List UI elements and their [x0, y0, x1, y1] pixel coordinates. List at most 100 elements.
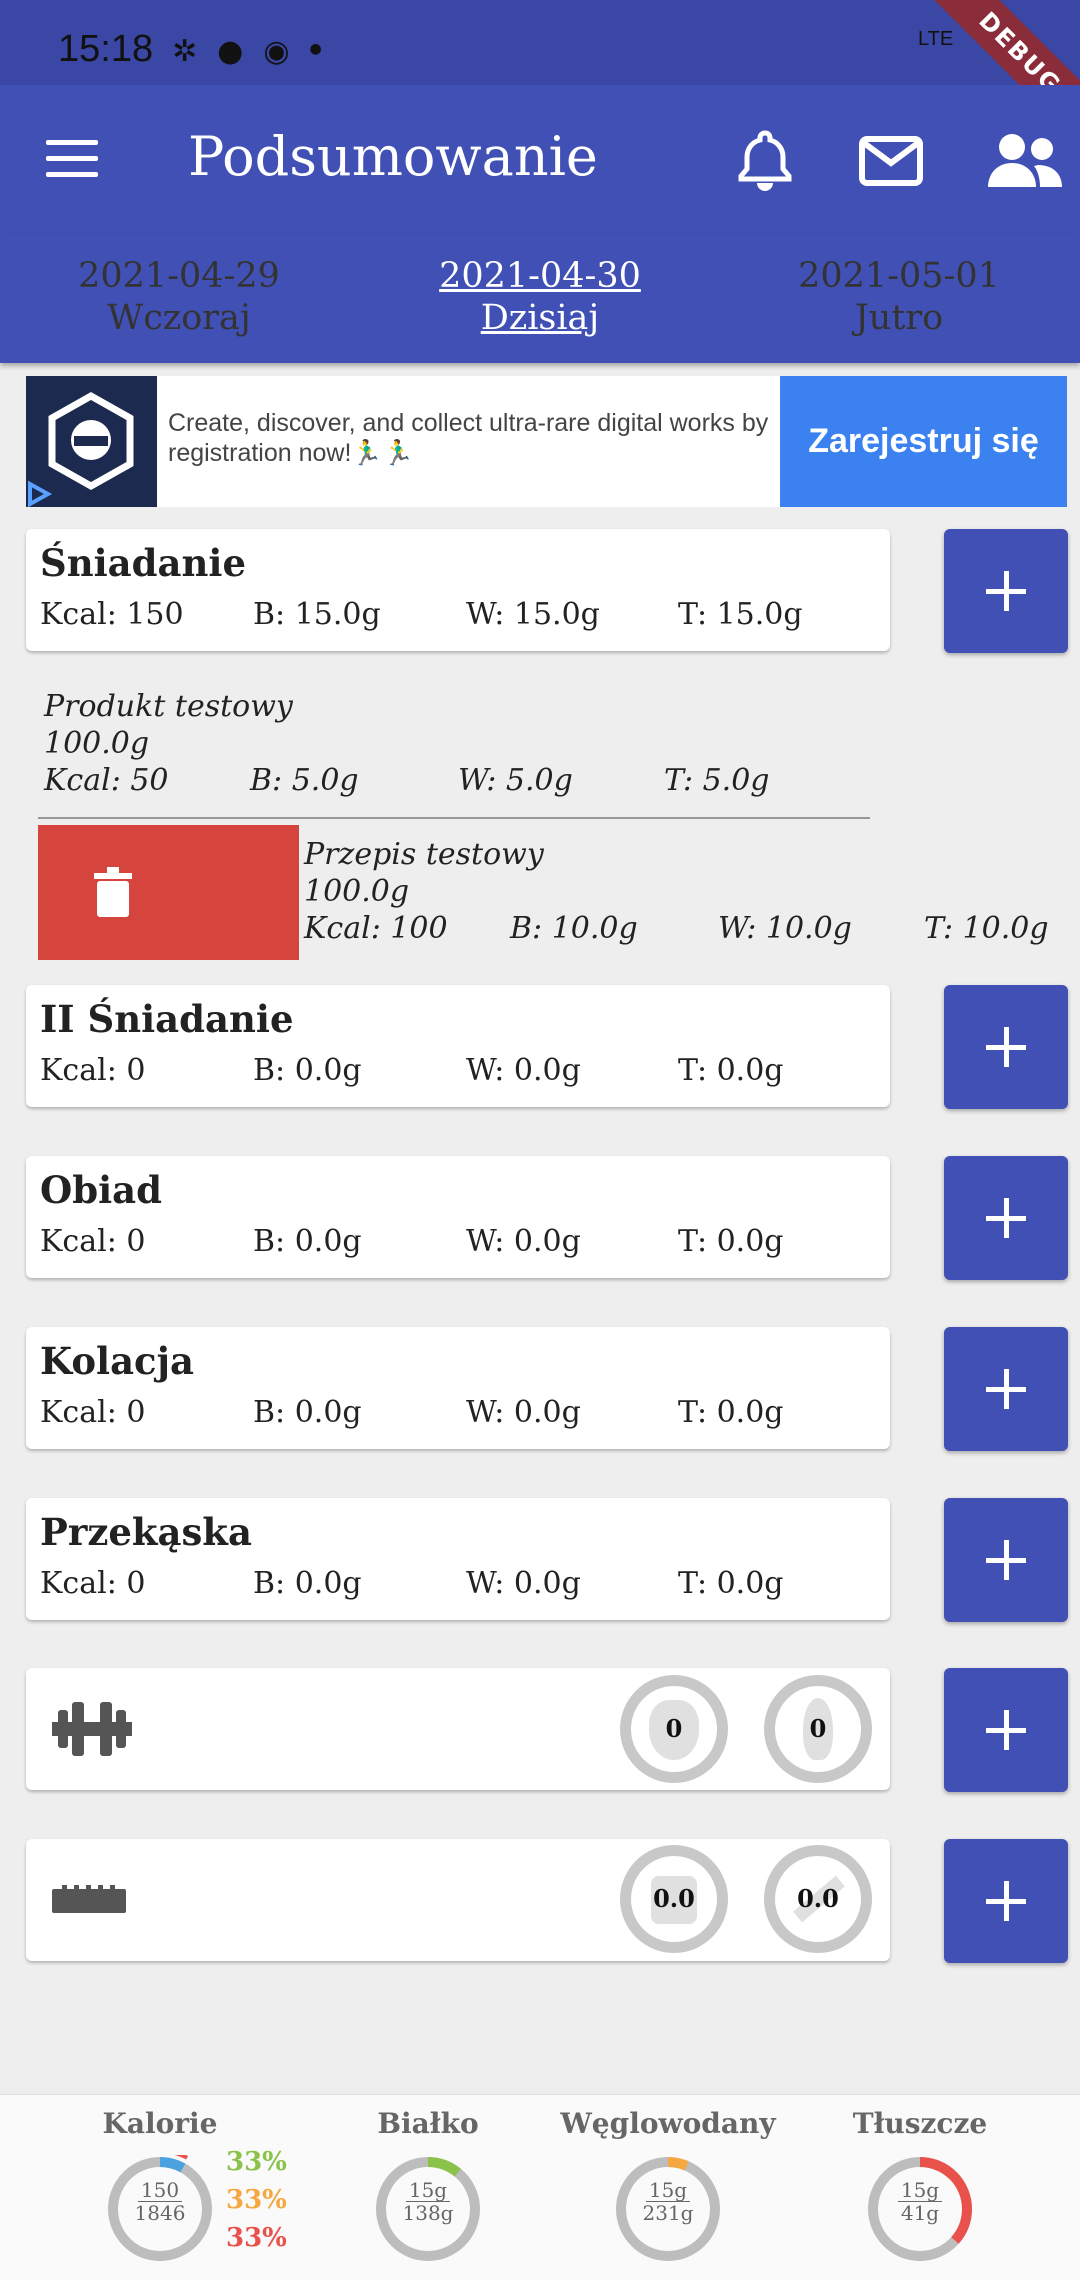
- meal-card-dinner[interactable]: Kolacja Kcal: 0 B: 0.0g W: 0.0g T: 0.0g: [26, 1327, 890, 1449]
- bell-icon[interactable]: [730, 125, 800, 195]
- meal-card-lunch[interactable]: Obiad Kcal: 0 B: 0.0g W: 0.0g T: 0.0g: [26, 1156, 890, 1278]
- page-title: Podsumowanie: [188, 125, 598, 188]
- meal-protein: B: 15.0g: [253, 597, 381, 632]
- bulb-icon: ●: [217, 34, 244, 69]
- mail-icon[interactable]: [856, 125, 926, 195]
- meal-fat: T: 0.0g: [678, 1224, 784, 1259]
- meal-carbs: W: 0.0g: [466, 1395, 581, 1430]
- carbs-label: Węglowodany: [560, 2107, 776, 2140]
- date-value: 2021-05-01: [798, 256, 1000, 296]
- protein-percent: 33%: [226, 2147, 287, 2177]
- entry-amount: 100.0g: [304, 874, 410, 909]
- entry-protein: B: 10.0g: [510, 911, 638, 946]
- date-tomorrow[interactable]: 2021-05-01 Jutro: [749, 255, 1049, 339]
- activity-card[interactable]: [26, 1668, 890, 1790]
- burned-value: 0: [809, 1714, 827, 1743]
- date-value: 2021-04-29: [78, 256, 280, 296]
- ad-logo: [26, 376, 157, 508]
- burned-indicator[interactable]: 0: [764, 1675, 872, 1783]
- date-label: Dzisiaj: [480, 298, 600, 338]
- meal-fat: T: 0.0g: [678, 1053, 784, 1088]
- entry-carbs: W: 10.0g: [718, 911, 852, 946]
- fan-icon: ✲: [172, 34, 198, 69]
- meal-card-snack[interactable]: Przekąska Kcal: 0 B: 0.0g W: 0.0g T: 0.0…: [26, 1498, 890, 1620]
- tape-value: 0.0: [797, 1884, 839, 1913]
- entry-fat: T: 10.0g: [924, 911, 1049, 946]
- meal-fat: T: 0.0g: [678, 1566, 784, 1601]
- dot-icon: ●: [309, 41, 322, 57]
- fat-percent: 33%: [226, 2223, 287, 2253]
- app-bar: Podsumowanie: [0, 85, 1080, 233]
- meal-name: Śniadanie: [40, 541, 246, 585]
- calories-value: 150: [138, 2179, 182, 2202]
- meal-name: Obiad: [40, 1168, 163, 1212]
- protein-goal: 138g: [402, 2201, 454, 2225]
- dumbbell-icon: [52, 1702, 132, 1756]
- trash-icon: [94, 867, 132, 917]
- ruler-icon: [52, 1885, 126, 1913]
- food-entry[interactable]: Produkt testowy 100.0g Kcal: 50 B: 5.0g …: [44, 688, 884, 799]
- add-dinner-button[interactable]: [944, 1327, 1068, 1451]
- meal-card-second-breakfast[interactable]: II Śniadanie Kcal: 0 B: 0.0g W: 0.0g T: …: [26, 985, 890, 1107]
- entry-amount: 100.0g: [44, 726, 150, 761]
- entry-fat: T: 5.0g: [664, 763, 770, 798]
- status-time: 15:18: [58, 28, 154, 70]
- recipe-entry[interactable]: Przepis testowy 100.0g Kcal: 100 B: 10.0…: [304, 836, 1080, 947]
- network-indicator: LTE: [918, 28, 954, 50]
- add-measurement-button[interactable]: [944, 1839, 1068, 1963]
- delete-action[interactable]: [38, 825, 299, 960]
- protein-label: Białko: [377, 2107, 479, 2140]
- date-today[interactable]: 2021-04-30 Dzisiaj: [390, 255, 690, 339]
- date-yesterday[interactable]: 2021-04-29 Wczoraj: [29, 255, 329, 339]
- add-second-breakfast-button[interactable]: [944, 985, 1068, 1109]
- fat-fraction: 15g 41g: [866, 2179, 974, 2224]
- entry-protein: B: 5.0g: [250, 763, 359, 798]
- meal-fat: T: 0.0g: [678, 1395, 784, 1430]
- meal-kcal: Kcal: 150: [40, 597, 184, 632]
- steps-indicator[interactable]: 0: [620, 1675, 728, 1783]
- add-activity-button[interactable]: [944, 1668, 1068, 1792]
- sync-icon: ◉: [263, 34, 290, 69]
- tape-indicator[interactable]: 0.0: [764, 1845, 872, 1953]
- network-label: LTE: [918, 28, 954, 50]
- carbs-percent: 33%: [226, 2185, 287, 2215]
- meal-card-breakfast[interactable]: Śniadanie Kcal: 150 B: 15.0g W: 15.0g T:…: [26, 529, 890, 651]
- meal-protein: B: 0.0g: [253, 1566, 362, 1601]
- meal-carbs: W: 0.0g: [466, 1224, 581, 1259]
- entry-name: Przepis testowy: [304, 837, 544, 872]
- daily-summary: Kalorie 150 1846 33% 33% 33% Białko 15g …: [0, 2094, 1080, 2280]
- carbs-fraction: 15g 231g: [614, 2179, 722, 2224]
- weight-indicator[interactable]: 0.0: [620, 1845, 728, 1953]
- weight-value: 0.0: [653, 1884, 695, 1913]
- meal-carbs: W: 0.0g: [466, 1566, 581, 1601]
- calories-goal: 1846: [134, 2201, 186, 2225]
- menu-button[interactable]: [46, 140, 98, 180]
- meal-kcal: Kcal: 0: [40, 1395, 146, 1430]
- ad-banner[interactable]: Create, discover, and collect ultra-rare…: [26, 376, 1067, 508]
- users-icon[interactable]: [984, 125, 1066, 195]
- add-snack-button[interactable]: [944, 1498, 1068, 1622]
- add-breakfast-button[interactable]: [944, 529, 1068, 653]
- status-bar: 15:18 ✲ ● ◉ ● LTE DEBUG: [0, 0, 1080, 162]
- date-value: 2021-04-30: [439, 256, 641, 296]
- meal-kcal: Kcal: 0: [40, 1053, 146, 1088]
- entry-divider: [38, 817, 870, 819]
- calories-label: Kalorie: [102, 2107, 218, 2140]
- meal-name: II Śniadanie: [40, 997, 294, 1041]
- protein-fraction: 15g 138g: [374, 2179, 482, 2224]
- protein-value: 15g: [406, 2179, 450, 2202]
- ad-text: Create, discover, and collect ultra-rare…: [168, 409, 769, 467]
- entry-kcal: Kcal: 100: [304, 911, 448, 946]
- date-label: Jutro: [854, 298, 944, 338]
- carbs-goal: 231g: [642, 2201, 694, 2225]
- steps-value: 0: [665, 1714, 683, 1743]
- meal-kcal: Kcal: 0: [40, 1224, 146, 1259]
- entry-name: Produkt testowy: [44, 689, 293, 724]
- date-navigation: 2021-04-29 Wczoraj 2021-04-30 Dzisiaj 20…: [0, 233, 1080, 363]
- date-label: Wczoraj: [107, 298, 251, 338]
- fat-value: 15g: [898, 2179, 942, 2202]
- measurements-card[interactable]: [26, 1839, 890, 1961]
- ad-cta-button[interactable]: Zarejestruj się: [780, 376, 1067, 507]
- entry-carbs: W: 5.0g: [458, 763, 573, 798]
- add-lunch-button[interactable]: [944, 1156, 1068, 1280]
